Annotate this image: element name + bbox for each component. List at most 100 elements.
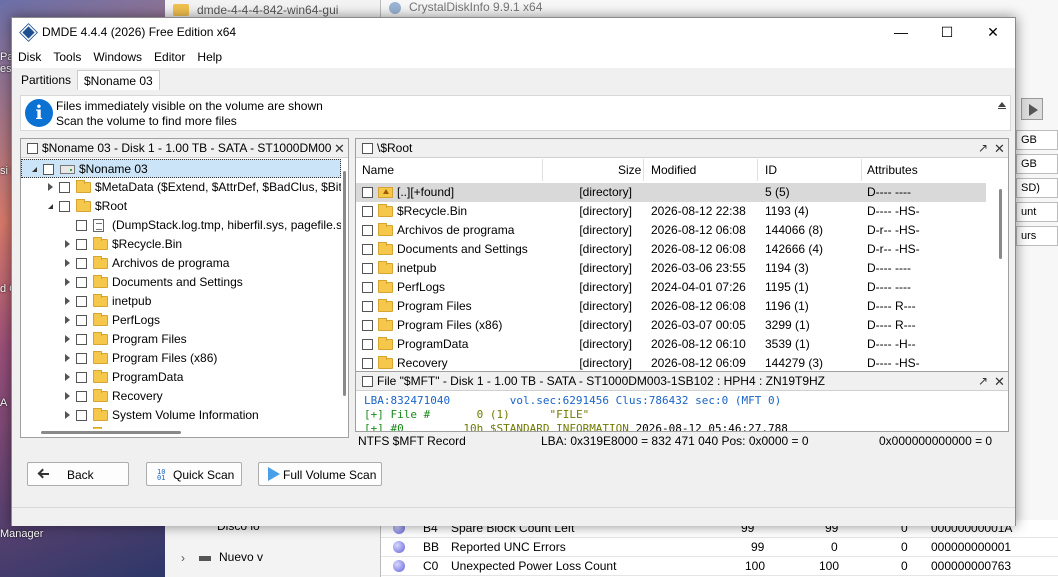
mft-file-line[interactable]: [+] File # 0 (1) "FILE" bbox=[364, 408, 589, 421]
tree-node-checkbox[interactable] bbox=[76, 372, 87, 383]
file-row[interactable]: Archivos de programa [directory] 2026-08-1… bbox=[356, 221, 986, 240]
file-row[interactable]: inetpub [directory] 2026-03-06 23:55 1194 (… bbox=[356, 259, 986, 278]
file-row[interactable]: Documents and Settings [directory] 2026-08… bbox=[356, 240, 986, 259]
file-row-checkbox[interactable] bbox=[362, 263, 373, 274]
tree-horizontal-scrollbar[interactable] bbox=[21, 428, 341, 437]
menu-editor[interactable]: Editor bbox=[148, 47, 191, 64]
column-header-name[interactable]: Name bbox=[362, 163, 394, 177]
mft-header-checkbox[interactable] bbox=[362, 376, 373, 387]
collapsed-chevron-icon[interactable] bbox=[65, 411, 70, 419]
file-row[interactable]: ProgramData [directory] 2026-08-12 06:10 35… bbox=[356, 335, 986, 354]
collapsed-chevron-icon[interactable] bbox=[65, 335, 70, 343]
tree-node[interactable]: $Recycle.Bin bbox=[21, 235, 341, 254]
tree-node[interactable]: $Noname 03 bbox=[21, 159, 341, 178]
tree-node-checkbox[interactable] bbox=[59, 182, 70, 193]
tree-node-checkbox[interactable] bbox=[43, 164, 54, 175]
maximize-button[interactable]: ☐ bbox=[924, 18, 970, 47]
file-list-vertical-scrollbar[interactable] bbox=[996, 183, 1005, 373]
file-row-checkbox[interactable] bbox=[362, 244, 373, 255]
file-row[interactable]: $Recycle.Bin [directory] 2026-08-12 22:38 1… bbox=[356, 202, 986, 221]
tree-node[interactable]: $MetaData ($Extend, $AttrDef, $BadClus, … bbox=[21, 178, 341, 197]
file-row-checkbox[interactable] bbox=[362, 187, 373, 198]
mft-lba-line[interactable]: LBA:832471040 vol.sec:6291456 Clus:78643… bbox=[364, 394, 781, 407]
menu-help[interactable]: Help bbox=[191, 47, 228, 64]
tab-noname-03[interactable]: $Noname 03 bbox=[77, 70, 160, 90]
close-button[interactable]: ✕ bbox=[970, 18, 1016, 47]
tree-node-checkbox[interactable] bbox=[76, 220, 87, 231]
scroll-thumb[interactable] bbox=[41, 431, 181, 434]
file-list-header-checkbox[interactable] bbox=[362, 143, 373, 154]
column-header-attributes[interactable]: Attributes bbox=[867, 163, 918, 177]
tree-node-checkbox[interactable] bbox=[76, 296, 87, 307]
tree-node[interactable]: System Volume Information bbox=[21, 406, 341, 425]
close-pane-icon[interactable]: ✕ bbox=[994, 141, 1005, 157]
smart-row[interactable]: C0 Unexpected Power Loss Count 100 100 0… bbox=[381, 557, 1058, 576]
back-button[interactable]: Back bbox=[27, 462, 129, 486]
column-header-id[interactable]: ID bbox=[765, 163, 777, 177]
full-volume-scan-button[interactable]: Full Volume Scan bbox=[258, 462, 382, 486]
title-bar[interactable]: DMDE 4.4.4 (2026) Free Edition x64 — ☐ ✕ bbox=[12, 18, 1015, 47]
collapsed-chevron-icon[interactable] bbox=[65, 259, 70, 267]
tree-node[interactable]: Program Files (x86) bbox=[21, 349, 341, 368]
tree-item-volume[interactable]: Nuevo v bbox=[219, 550, 263, 564]
menu-tools[interactable]: Tools bbox=[47, 47, 87, 64]
file-row-checkbox[interactable] bbox=[362, 301, 373, 312]
file-row-checkbox[interactable] bbox=[362, 358, 373, 369]
column-header-modified[interactable]: Modified bbox=[651, 163, 696, 177]
tree-node-checkbox[interactable] bbox=[76, 353, 87, 364]
maximize-pane-icon[interactable]: ↗ bbox=[978, 141, 988, 155]
collapsed-chevron-icon[interactable] bbox=[65, 354, 70, 362]
tree-node[interactable]: ProgramData bbox=[21, 368, 341, 387]
smart-row[interactable]: BB Reported UNC Errors 99 0 0 0000000000… bbox=[381, 538, 1058, 557]
menu-windows[interactable]: Windows bbox=[87, 47, 148, 64]
next-disk-button[interactable] bbox=[1021, 98, 1043, 120]
tree-node[interactable]: Documents and Settings bbox=[21, 273, 341, 292]
tree-node[interactable]: (DumpStack.log.tmp, hiberfil.sys, pagefi… bbox=[21, 216, 341, 235]
tree-node-checkbox[interactable] bbox=[76, 334, 87, 345]
collapsed-chevron-icon[interactable] bbox=[65, 373, 70, 381]
scroll-thumb[interactable] bbox=[999, 189, 1002, 259]
mft-attribute-line[interactable]: [+] #0 10h $STANDARD_INFORMATION 2026-08… bbox=[364, 422, 788, 431]
file-row-checkbox[interactable] bbox=[362, 225, 373, 236]
collapsed-chevron-icon[interactable] bbox=[65, 278, 70, 286]
tree-node-checkbox[interactable] bbox=[76, 239, 87, 250]
tree-node-checkbox[interactable] bbox=[76, 410, 87, 421]
file-row-checkbox[interactable] bbox=[362, 282, 373, 293]
collapsed-chevron-icon[interactable] bbox=[65, 316, 70, 324]
tree-node[interactable]: PerfLogs bbox=[21, 311, 341, 330]
minimize-button[interactable]: — bbox=[878, 18, 924, 47]
collapsed-chevron-icon[interactable] bbox=[65, 392, 70, 400]
collapse-icon[interactable] bbox=[998, 102, 1006, 109]
collapsed-chevron-icon[interactable] bbox=[48, 183, 53, 191]
collapsed-chevron-icon[interactable] bbox=[65, 297, 70, 305]
maximize-pane-icon[interactable]: ↗ bbox=[978, 374, 988, 388]
close-pane-icon[interactable]: ✕ bbox=[994, 374, 1005, 390]
file-row-checkbox[interactable] bbox=[362, 320, 373, 331]
collapsed-chevron-icon[interactable] bbox=[65, 240, 70, 248]
close-pane-icon[interactable]: ✕ bbox=[334, 141, 345, 157]
tree-node[interactable]: Recovery bbox=[21, 387, 341, 406]
tree-node-checkbox[interactable] bbox=[76, 315, 87, 326]
scroll-thumb[interactable] bbox=[343, 171, 346, 396]
tree-node-checkbox[interactable] bbox=[76, 277, 87, 288]
tree-node[interactable]: $Root bbox=[21, 197, 341, 216]
tree-node-checkbox[interactable] bbox=[76, 391, 87, 402]
tree-header-checkbox[interactable] bbox=[27, 143, 38, 154]
quick-scan-button[interactable]: 10 01 Quick Scan bbox=[146, 462, 242, 486]
file-row[interactable]: [..][+found] [directory] 5 (5) D---- ---- bbox=[356, 183, 986, 202]
tree-vertical-scrollbar[interactable] bbox=[340, 159, 348, 429]
tab-partitions[interactable]: Partitions bbox=[15, 70, 77, 90]
file-row-checkbox[interactable] bbox=[362, 339, 373, 350]
file-row-checkbox[interactable] bbox=[362, 206, 373, 217]
tree-node-checkbox[interactable] bbox=[59, 201, 70, 212]
file-row[interactable]: PerfLogs [directory] 2024-04-01 07:26 1195 … bbox=[356, 278, 986, 297]
tree-node[interactable]: inetpub bbox=[21, 292, 341, 311]
tree-node[interactable]: Archivos de programa bbox=[21, 254, 341, 273]
expanded-chevron-icon[interactable] bbox=[32, 167, 37, 172]
expanded-chevron-icon[interactable] bbox=[48, 204, 53, 209]
column-header-size[interactable]: Size bbox=[618, 163, 641, 177]
chevron-right-icon[interactable]: › bbox=[181, 551, 185, 565]
menu-disk[interactable]: Disk bbox=[12, 47, 47, 64]
file-row[interactable]: Program Files [directory] 2026-08-12 06:08… bbox=[356, 297, 986, 316]
tree-node[interactable]: Program Files bbox=[21, 330, 341, 349]
